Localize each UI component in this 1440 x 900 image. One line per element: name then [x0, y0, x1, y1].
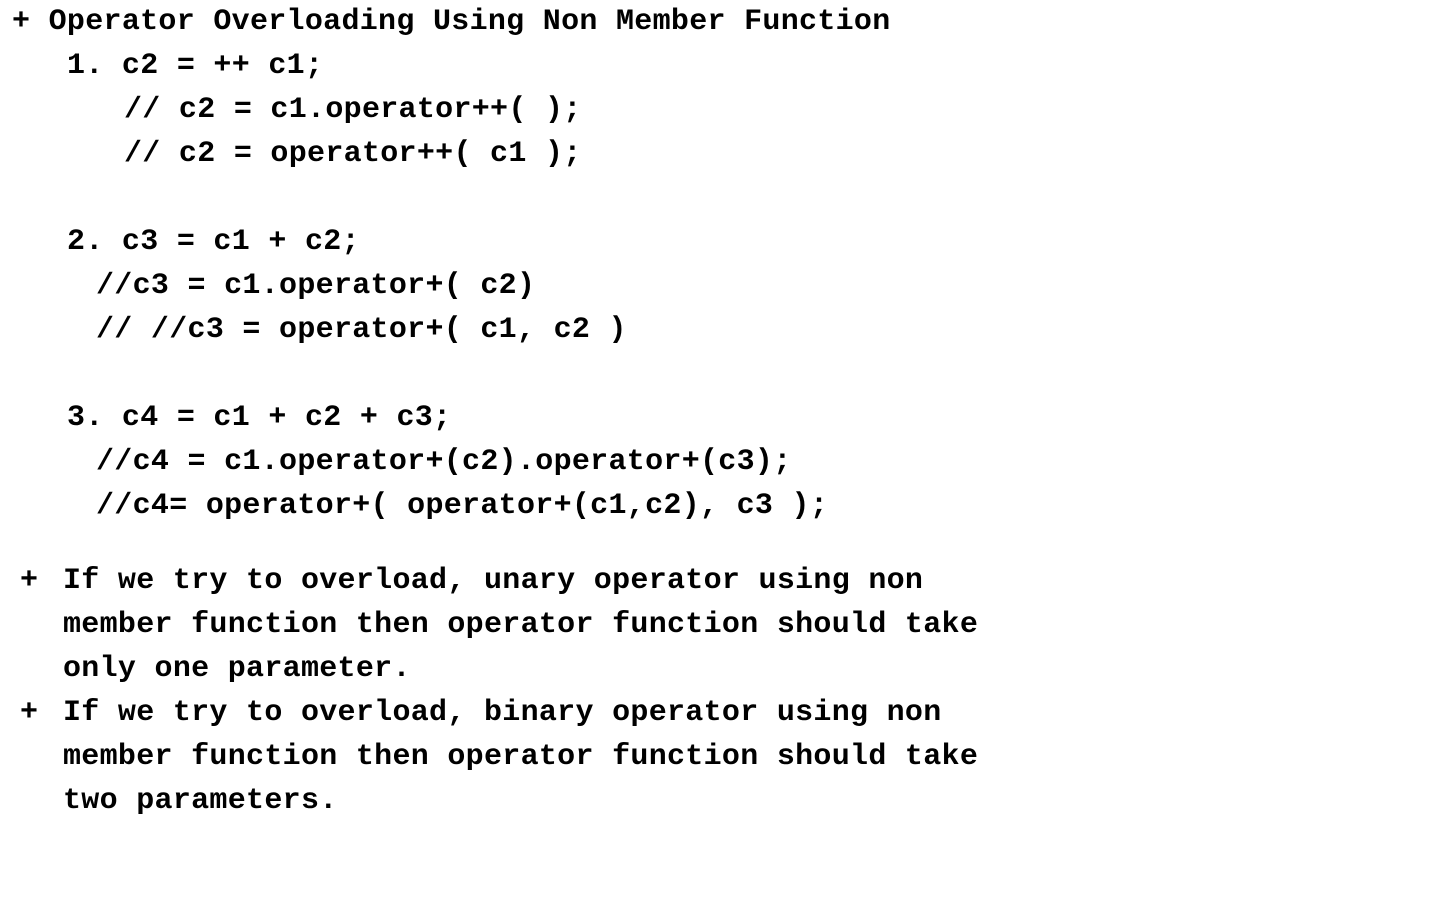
- example-comment: // c2 = c1.operator++( );: [124, 93, 582, 127]
- note-text-line: member function then operator function s…: [63, 608, 979, 642]
- example-comment: //c3 = c1.operator+( c2): [96, 269, 536, 303]
- example-statement: 1. c2 = ++ c1;: [67, 49, 324, 83]
- note-bullet: +: [20, 564, 39, 598]
- note-text-line: two parameters.: [63, 784, 338, 818]
- example-comment: // //c3 = operator+( c1, c2 ): [96, 313, 627, 347]
- note-text-line: member function then operator function s…: [63, 740, 979, 774]
- note-text-line: only one parameter.: [63, 652, 411, 686]
- note-text-line: If we try to overload, binary operator u…: [63, 696, 942, 730]
- note-bullet: +: [20, 696, 39, 730]
- example-comment: // c2 = operator++( c1 );: [124, 137, 582, 171]
- example-comment: //c4 = c1.operator+(c2).operator+(c3);: [96, 445, 792, 479]
- slide-heading: + Operator Overloading Using Non Member …: [12, 5, 891, 39]
- example-statement: 2. c3 = c1 + c2;: [67, 225, 360, 259]
- note-text-line: If we try to overload, unary operator us…: [63, 564, 924, 598]
- example-comment: //c4= operator+( operator+(c1,c2), c3 );: [96, 489, 829, 523]
- example-statement: 3. c4 = c1 + c2 + c3;: [67, 401, 452, 435]
